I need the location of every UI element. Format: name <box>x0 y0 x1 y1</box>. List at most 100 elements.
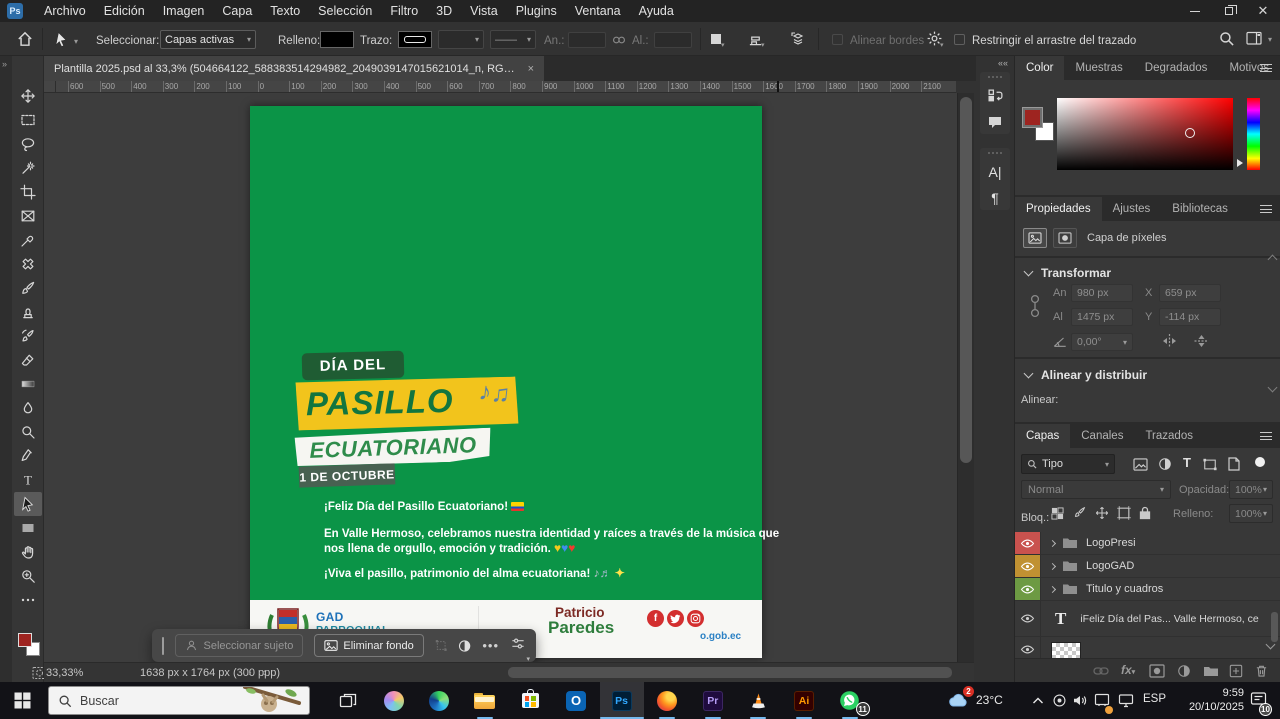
lock-position-icon[interactable] <box>1095 506 1109 520</box>
tray-clock[interactable]: 9:59 20/10/2025 <box>1168 687 1244 714</box>
status-prev-icon[interactable]: ‹ <box>262 667 266 679</box>
status-next-icon[interactable]: › <box>248 667 252 679</box>
layer-row-logopresi[interactable]: LogoPresi <box>1015 532 1280 555</box>
edit-toolbar-button[interactable] <box>14 588 42 612</box>
taskbar-premiere[interactable]: Pr <box>691 682 735 719</box>
flip-horizontal-icon[interactable] <box>1161 333 1178 349</box>
taskbar-explorer[interactable] <box>463 682 507 719</box>
tab-color-muestras[interactable]: Muestras <box>1064 56 1133 80</box>
collapse-toolbar-icon[interactable]: » <box>2 59 7 69</box>
workspace-switcher-icon[interactable] <box>1246 31 1263 51</box>
mask-filter-icon[interactable] <box>1053 228 1077 248</box>
crop-tool[interactable] <box>14 180 42 204</box>
move-tool-options-icon[interactable] <box>54 30 70 53</box>
seleccionar-dropdown[interactable]: Capas activas▾ <box>160 30 256 49</box>
tray-chevron-up-icon[interactable] <box>1032 696 1044 705</box>
lasso-tool[interactable] <box>14 132 42 156</box>
blur-tool[interactable] <box>14 396 42 420</box>
comments-panel-icon[interactable] <box>987 115 1003 130</box>
layer-thumbnail[interactable] <box>1051 642 1081 659</box>
group-expand-icon[interactable] <box>1049 539 1056 546</box>
layer-name[interactable]: LogoGAD <box>1086 560 1134 572</box>
width-field[interactable] <box>568 32 606 48</box>
layer-styles-icon[interactable]: fx▾ <box>1121 663 1135 677</box>
history-brush-tool[interactable] <box>14 324 42 348</box>
stroke-swatch[interactable] <box>398 31 432 48</box>
filter-shape-icon[interactable] <box>1203 458 1217 471</box>
properties-sliders-icon[interactable]: ▾ <box>510 636 526 656</box>
search-icon[interactable] <box>1218 30 1235 52</box>
tray-network-icon[interactable] <box>1118 693 1134 708</box>
remove-background-button[interactable]: Eliminar fondo <box>314 634 423 657</box>
color-panel-swatches[interactable] <box>1023 108 1047 134</box>
taskbar-edge[interactable] <box>417 682 461 719</box>
object-selection-tool[interactable] <box>14 156 42 180</box>
taskbar-whatsapp[interactable]: 11 <box>828 682 872 719</box>
clone-stamp-tool[interactable] <box>14 300 42 324</box>
close-button[interactable]: ✕ <box>1246 0 1280 22</box>
move-tool[interactable] <box>14 84 42 108</box>
transform-section-header[interactable]: Transformar <box>1025 264 1111 282</box>
select-subject-button[interactable]: Seleccionar sujeto <box>175 634 303 657</box>
opacity-field[interactable]: 100%▾ <box>1229 480 1273 499</box>
menu-archivo[interactable]: Archivo <box>35 0 95 22</box>
tab-props-propiedades[interactable]: Propiedades <box>1015 197 1102 221</box>
rectangle-tool[interactable] <box>14 516 42 540</box>
path-selection-tool[interactable] <box>14 492 42 516</box>
group-expand-icon[interactable] <box>1049 562 1056 569</box>
path-operations-icon[interactable]: ▾ <box>710 33 723 51</box>
pixel-layer-filter-icon[interactable] <box>1023 228 1047 248</box>
tab-layers-trazados[interactable]: Trazados <box>1134 424 1204 448</box>
healing-brush-tool[interactable] <box>14 252 42 276</box>
expand-panels-icon[interactable]: «« <box>998 58 1008 68</box>
taskbar-search-input[interactable]: Buscar <box>48 686 310 715</box>
filter-image-icon[interactable] <box>1133 458 1148 471</box>
new-adjustment-layer-icon[interactable] <box>1177 664 1191 678</box>
alinear-bordes-checkbox[interactable] <box>832 34 843 45</box>
more-options-icon[interactable]: ••• <box>482 638 499 653</box>
properties-panel-menu-icon[interactable] <box>1260 205 1272 213</box>
minimize-button[interactable] <box>1178 0 1212 22</box>
color-field[interactable] <box>1057 98 1233 170</box>
transform-height-field[interactable]: 1475 px <box>1071 308 1133 326</box>
lock-transparency-icon[interactable] <box>1051 507 1064 520</box>
transform-y-field[interactable]: -114 px <box>1159 308 1221 326</box>
new-group-icon[interactable] <box>1203 665 1219 677</box>
home-icon[interactable] <box>16 30 34 53</box>
add-mask-icon[interactable] <box>1149 664 1165 678</box>
tab-color-degradados[interactable]: Degradados <box>1134 56 1219 80</box>
close-tab-icon[interactable]: × <box>528 63 534 75</box>
gradient-tool[interactable] <box>14 372 42 396</box>
marquee-tool[interactable] <box>14 108 42 132</box>
filter-toggle-icon[interactable] <box>1255 457 1265 467</box>
layer-visibility-toggle[interactable] <box>1015 532 1041 554</box>
horizontal-ruler[interactable]: 6005004003002001000100200300400500600700… <box>44 81 956 93</box>
tray-language[interactable]: ESP <box>1143 693 1166 705</box>
path-alignment-icon[interactable]: ▾ <box>748 32 763 52</box>
path-arrangement-icon[interactable] <box>790 31 806 52</box>
stroke-width-dropdown[interactable]: ▾ <box>438 30 484 49</box>
horizontal-scrollbar[interactable] <box>508 667 952 678</box>
taskbar-copilot[interactable] <box>372 682 416 719</box>
tab-layers-canales[interactable]: Canales <box>1070 424 1134 448</box>
height-field[interactable] <box>654 32 692 48</box>
eyedropper-tool[interactable] <box>14 228 42 252</box>
scroll-down-icon[interactable] <box>1268 383 1278 393</box>
transform-width-field[interactable]: 980 px <box>1071 284 1133 302</box>
brush-tool[interactable] <box>14 276 42 300</box>
taskbar-task-view[interactable] <box>326 682 370 719</box>
foreground-color-swatch[interactable] <box>18 633 32 647</box>
lock-all-icon[interactable] <box>1139 506 1151 520</box>
menu-ayuda[interactable]: Ayuda <box>630 0 683 22</box>
layer-row-ifeliz-dia-del-pas-v[interactable]: TiFeliz Día del Pas... Valle Hermoso, ce <box>1015 601 1280 637</box>
blend-mode-dropdown[interactable]: Normal▾ <box>1021 480 1171 499</box>
zoom-level[interactable]: 33,33% <box>46 667 83 679</box>
foreground-background-swatches[interactable] <box>17 632 41 658</box>
transform-icon[interactable] <box>435 638 447 653</box>
color-panel-menu-icon[interactable] <box>1260 64 1272 72</box>
fill-swatch[interactable] <box>320 31 354 48</box>
menu-plugins[interactable]: Plugins <box>507 0 566 22</box>
canvas-pasteboard[interactable]: DÍA DEL PASILLO ♪♫ ECUATORIANO 1 DE OCTU… <box>44 93 957 662</box>
link-layers-icon[interactable] <box>1093 666 1109 676</box>
lock-pixels-icon[interactable] <box>1073 506 1087 520</box>
